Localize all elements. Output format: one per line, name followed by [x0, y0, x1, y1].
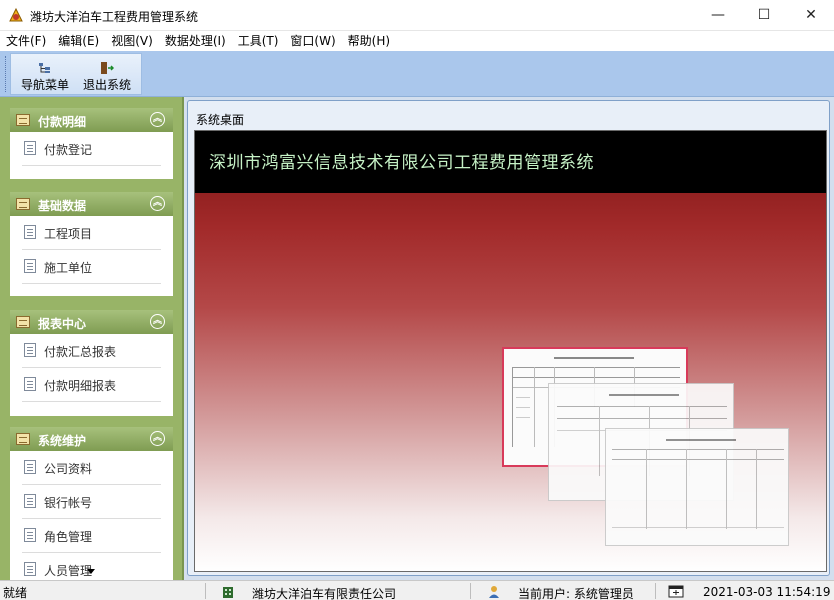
nav-tree-icon — [38, 62, 52, 74]
group-report-center: 报表中心 ︽ 付款汇总报表 付款明细报表 — [10, 310, 173, 416]
collapse-chevron-icon[interactable]: ︽ — [150, 314, 165, 329]
nav-item-role-management[interactable]: 角色管理 — [22, 519, 161, 553]
menu-file[interactable]: 文件(F) — [0, 31, 52, 51]
nav-item-contractors[interactable]: 施工单位 — [22, 250, 161, 284]
close-button[interactable]: ✕ — [788, 0, 834, 30]
menu-view[interactable]: 视图(V) — [105, 31, 159, 51]
status-datetime: 2021-03-03 11:54:19 — [703, 585, 831, 599]
app-icon — [8, 7, 24, 23]
sidebar-scroll-down-icon[interactable] — [87, 569, 95, 574]
menu-edit[interactable]: 编辑(E) — [52, 31, 105, 51]
exit-door-icon — [100, 62, 115, 74]
document-icon — [24, 343, 36, 357]
document-icon — [24, 259, 36, 273]
exit-system-label: 退出系统 — [82, 78, 131, 92]
toolbar-grip[interactable] — [5, 56, 8, 92]
menu-tools[interactable]: 工具(T) — [232, 31, 285, 51]
group-icon — [16, 114, 30, 126]
nav-item-payment-summary-report[interactable]: 付款汇总报表 — [22, 334, 161, 368]
status-separator — [470, 583, 471, 599]
window-title: 潍坊大洋泊车工程费用管理系统 — [30, 10, 199, 24]
status-current-user: 当前用户: 系统管理员 — [518, 587, 634, 600]
nav-item-label: 付款明细报表 — [44, 379, 117, 393]
main-area: 系统桌面 深圳市鸿富兴信息技术有限公司工程费用管理系统 — [186, 97, 834, 580]
user-icon — [488, 585, 500, 598]
document-icon — [24, 225, 36, 239]
collapse-chevron-icon[interactable]: ︽ — [150, 112, 165, 127]
group-system-maintenance: 系统维护 ︽ 公司资料 银行帐号 角色管理 人员管理 — [10, 427, 173, 580]
nav-item-label: 付款汇总报表 — [44, 345, 117, 359]
calendar-clock-icon — [668, 585, 684, 598]
status-ready: 就绪 — [3, 586, 28, 600]
menu-data-processing[interactable]: 数据处理(I) — [159, 31, 232, 51]
document-icon — [24, 460, 36, 474]
collapse-chevron-icon[interactable]: ︽ — [150, 196, 165, 211]
group-title: 基础数据 — [38, 199, 87, 213]
toolbar: 导航菜单 退出系统 — [0, 51, 834, 97]
desktop-tab-label[interactable]: 系统桌面 — [196, 111, 244, 128]
nav-item-company-info[interactable]: 公司资料 — [22, 451, 161, 485]
group-header-system-maintenance[interactable]: 系统维护 ︽ — [10, 427, 173, 451]
group-basic-data: 基础数据 ︽ 工程项目 施工单位 — [10, 192, 173, 296]
nav-item-label: 付款登记 — [44, 143, 93, 157]
group-icon — [16, 198, 30, 210]
document-icon — [24, 141, 36, 155]
nav-menu-button[interactable]: 导航菜单 — [15, 54, 75, 94]
desktop-panel: 系统桌面 深圳市鸿富兴信息技术有限公司工程费用管理系统 — [187, 100, 830, 576]
status-separator — [655, 583, 656, 599]
group-header-basic-data[interactable]: 基础数据 ︽ — [10, 192, 173, 216]
nav-item-label: 公司资料 — [44, 462, 93, 476]
group-icon — [16, 316, 30, 328]
nav-menu-label: 导航菜单 — [20, 78, 69, 92]
status-bar: 就绪 潍坊大洋泊车有限责任公司 当前用户: 系统管理员 2021-03-03 1… — [0, 580, 834, 600]
status-separator — [205, 583, 206, 599]
maximize-button[interactable]: ☐ — [741, 0, 787, 30]
report-preview-image — [605, 428, 789, 546]
exit-system-button[interactable]: 退出系统 — [77, 54, 137, 94]
nav-item-label: 工程项目 — [44, 227, 93, 241]
nav-item-bank-accounts[interactable]: 银行帐号 — [22, 485, 161, 519]
sidebar-navigation: 付款明细 ︽ 付款登记 基础数据 ︽ 工程项目 施工单位 报表中心 ︽ 付款汇总… — [0, 97, 184, 580]
desktop-canvas: 深圳市鸿富兴信息技术有限公司工程费用管理系统 — [194, 130, 827, 572]
document-icon — [24, 377, 36, 391]
nav-item-label: 人员管理 — [44, 564, 93, 578]
document-icon — [24, 562, 36, 576]
desktop-banner: 深圳市鸿富兴信息技术有限公司工程费用管理系统 — [195, 131, 826, 193]
building-icon — [222, 585, 234, 598]
group-header-report-center[interactable]: 报表中心 ︽ — [10, 310, 173, 334]
collapse-chevron-icon[interactable]: ︽ — [150, 431, 165, 446]
minimize-button[interactable]: — — [695, 0, 741, 30]
nav-item-label: 银行帐号 — [44, 496, 93, 510]
group-title: 系统维护 — [38, 434, 87, 448]
group-payment-details: 付款明细 ︽ 付款登记 — [10, 108, 173, 179]
desktop-banner-title: 深圳市鸿富兴信息技术有限公司工程费用管理系统 — [209, 153, 594, 173]
nav-item-payment-registration[interactable]: 付款登记 — [22, 132, 161, 166]
nav-item-label: 施工单位 — [44, 261, 93, 275]
group-header-payment-details[interactable]: 付款明细 ︽ — [10, 108, 173, 132]
nav-item-label: 角色管理 — [44, 530, 93, 544]
document-icon — [24, 528, 36, 542]
menu-help[interactable]: 帮助(H) — [342, 31, 396, 51]
toolbar-panel: 导航菜单 退出系统 — [10, 53, 142, 95]
nav-item-projects[interactable]: 工程项目 — [22, 216, 161, 250]
nav-item-payment-detail-report[interactable]: 付款明细报表 — [22, 368, 161, 402]
group-title: 付款明细 — [38, 115, 87, 129]
nav-item-staff-management[interactable]: 人员管理 — [22, 553, 161, 580]
menu-window[interactable]: 窗口(W) — [284, 31, 341, 51]
document-icon — [24, 494, 36, 508]
title-bar: 潍坊大洋泊车工程费用管理系统 — ☐ ✕ — [0, 0, 834, 31]
menu-bar: 文件(F) 编辑(E) 视图(V) 数据处理(I) 工具(T) 窗口(W) 帮助… — [0, 31, 834, 51]
status-company: 潍坊大洋泊车有限责任公司 — [252, 587, 397, 600]
group-title: 报表中心 — [38, 317, 87, 331]
group-icon — [16, 433, 30, 445]
